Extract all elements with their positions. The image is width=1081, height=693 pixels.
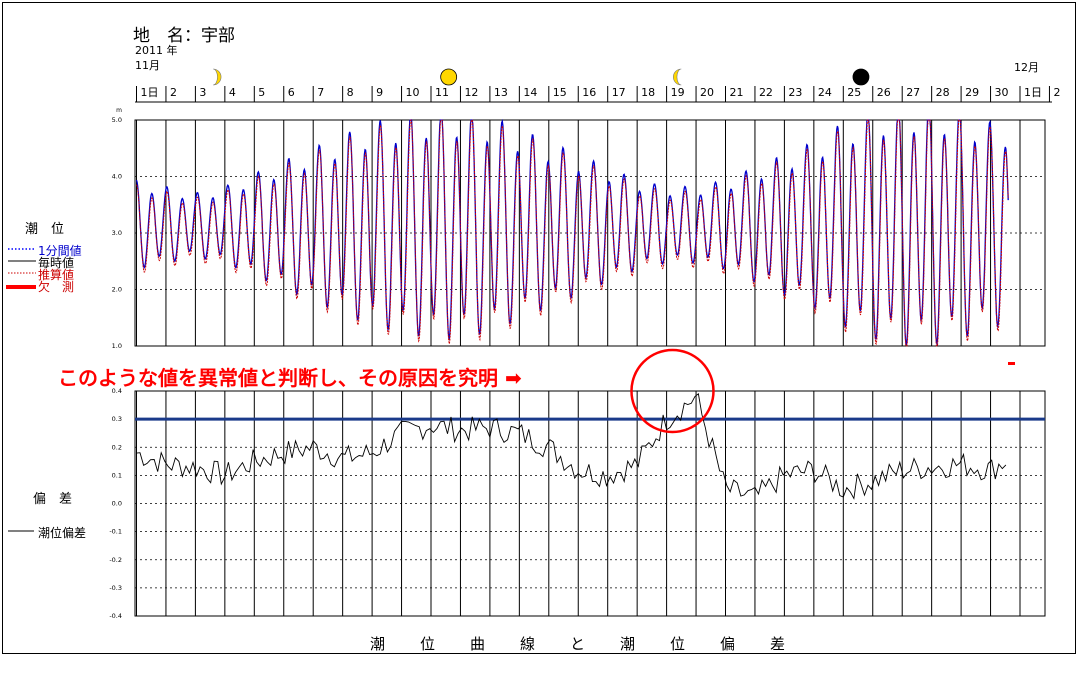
day-tick-label: 8 — [347, 86, 354, 99]
moon-first-quarter-icon — [213, 68, 222, 86]
series-1min-line — [135, 118, 1009, 347]
day-tick-label: 2 — [1053, 86, 1060, 99]
upper-ytick-label: 1.0 — [112, 342, 122, 350]
day-tick-label: 18 — [641, 86, 655, 99]
series-deviation-line — [136, 392, 1007, 500]
upper-ytick-label: 4.0 — [112, 173, 122, 181]
day-tick-label: 12 — [464, 86, 478, 99]
day-tick-label: 16 — [582, 86, 596, 99]
day-tick-label: 9 — [376, 86, 383, 99]
day-tick-label: 20 — [700, 86, 714, 99]
day-tick-label: 23 — [788, 86, 802, 99]
day-tick-label: 21 — [730, 86, 744, 99]
day-tick-label: 2 — [170, 86, 177, 99]
day-tick-label: 6 — [288, 86, 295, 99]
day-tick-label: 22 — [759, 86, 773, 99]
day-tick-label: 11 — [435, 86, 449, 99]
lower-ytick-label: 0.0 — [112, 500, 122, 508]
lower-ytick-label: -0.3 — [109, 584, 122, 592]
tide-chart-svg: 1日 2 3 4 5 6 7 8 9 10 11 12 13 14 15 16 17 18 19 20 21 22 23 24… — [6, 68, 1060, 620]
day-tick-label: 1日 — [141, 86, 159, 99]
day-tick-label: 24 — [818, 86, 832, 99]
upper-ytick-label: 3.0 — [112, 229, 122, 237]
lower-ytick-label: 0.4 — [112, 387, 122, 395]
upper-unit-label: m — [116, 107, 122, 114]
day-tick-label: 19 — [671, 86, 685, 99]
day-tick-label: 27 — [906, 86, 920, 99]
day-tick-label: 3 — [199, 86, 206, 99]
day-tick-label: 29 — [965, 86, 979, 99]
lower-ytick-label: 0.3 — [112, 415, 122, 423]
upper-ytick-label: 5.0 — [112, 116, 122, 124]
lower-ytick-label: -0.4 — [109, 612, 122, 620]
day-tick-label: 4 — [229, 86, 236, 99]
day-tick-label: 17 — [612, 86, 626, 99]
lower-ytick-label: 0.1 — [112, 471, 122, 479]
day-tick-label: 26 — [877, 86, 891, 99]
missing-data-marker — [1008, 362, 1015, 365]
day-tick-label: 28 — [936, 86, 950, 99]
day-tick-label: 7 — [317, 86, 324, 99]
day-tick-label: 30 — [995, 86, 1009, 99]
day-tick-label: 1日 — [1024, 86, 1042, 99]
moon-new-icon — [852, 68, 870, 86]
lower-ytick-label: -0.1 — [109, 528, 122, 536]
day-tick-label: 25 — [847, 86, 861, 99]
day-tick-label: 10 — [406, 86, 420, 99]
day-tick-label: 5 — [258, 86, 265, 99]
upper-ytick-label: 2.0 — [112, 286, 122, 294]
lower-ytick-label: 0.2 — [112, 443, 122, 451]
moon-last-quarter-icon — [673, 68, 682, 86]
lower-ytick-label: -0.2 — [109, 556, 122, 564]
day-tick-label: 15 — [553, 86, 567, 99]
day-tick-label: 13 — [494, 86, 508, 99]
day-tick-label: 14 — [523, 86, 537, 99]
moon-full-icon — [440, 68, 458, 86]
